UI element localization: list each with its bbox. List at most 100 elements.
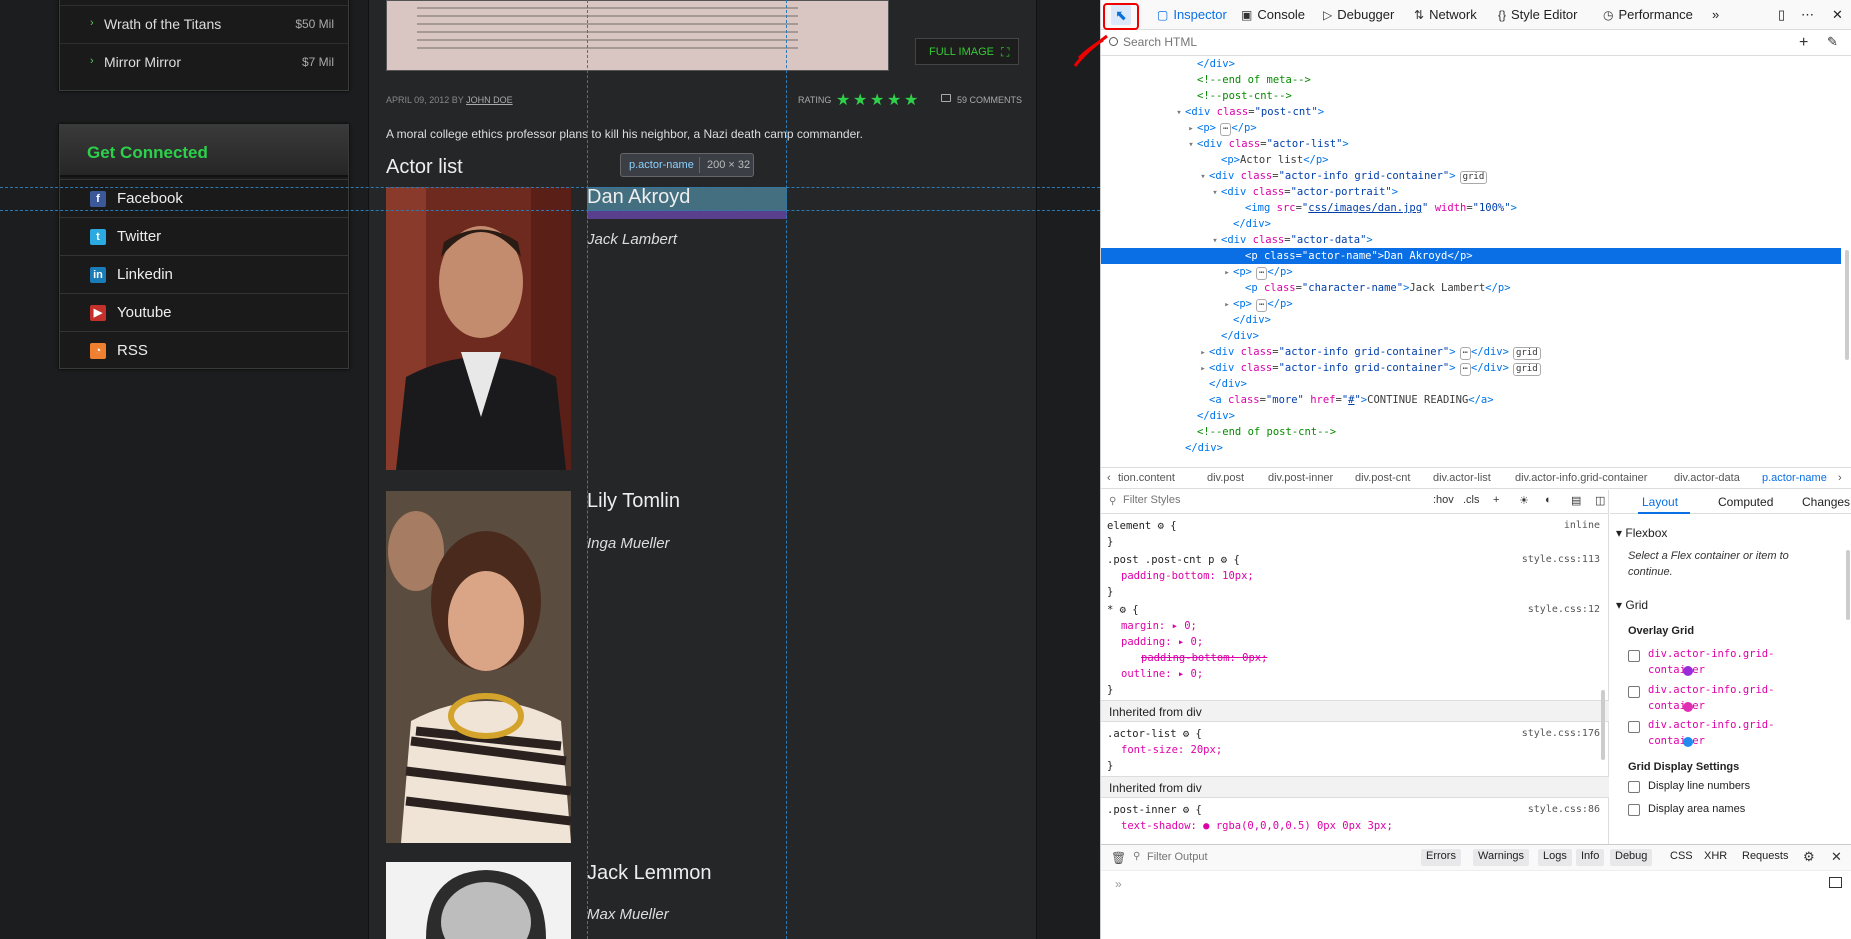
rule-source-link[interactable]: style.css:86	[1528, 802, 1600, 818]
rule-source-link[interactable]: style.css:113	[1522, 552, 1600, 568]
markup-node[interactable]: ▾ <div class="actor-portrait">	[1101, 184, 1841, 200]
grid-overlay-checkbox[interactable]	[1628, 686, 1640, 698]
options-icon[interactable]: ⋯	[1801, 7, 1814, 23]
filter-css[interactable]: CSS	[1665, 849, 1698, 866]
print-media-icon[interactable]: ▤	[1571, 494, 1581, 507]
filter-info[interactable]: Info	[1576, 849, 1605, 866]
add-rule-icon[interactable]: +	[1493, 494, 1499, 506]
filter-errors[interactable]: Errors	[1421, 849, 1461, 866]
breadcrumb-item[interactable]: div.post-inner	[1268, 472, 1333, 484]
flexbox-section-header[interactable]: ▾ Flexbox	[1616, 526, 1667, 540]
breadcrumb-item[interactable]: div.actor-list	[1433, 472, 1491, 484]
display-area-names-checkbox[interactable]	[1628, 804, 1640, 816]
markup-node[interactable]: </div>	[1101, 312, 1841, 328]
breadcrumb-scroll-left-icon[interactable]: ‹	[1107, 472, 1111, 484]
rule-source-link[interactable]: style.css:12	[1528, 602, 1600, 618]
markup-node[interactable]: ▾ <div class="actor-info grid-container">…	[1101, 168, 1841, 184]
grid-overlay-checkbox[interactable]	[1628, 721, 1640, 733]
display-line-numbers-checkbox[interactable]	[1628, 781, 1640, 793]
rule-declaration[interactable]: margin: ▸ 0;	[1121, 618, 1197, 634]
markup-node[interactable]: </div>	[1101, 440, 1841, 456]
grid-color-swatch[interactable]	[1683, 666, 1693, 676]
markup-node[interactable]: ▸ <p> ⋯ </p>	[1101, 296, 1841, 312]
tab-changes[interactable]: Changes	[1802, 495, 1850, 509]
filter-logs[interactable]: Logs	[1538, 849, 1572, 866]
markup-node[interactable]: <img src="css/images/dan.jpg" width="100…	[1101, 200, 1841, 216]
markup-node[interactable]: </div>	[1101, 328, 1841, 344]
social-link-linkedin[interactable]: in Linkedin	[60, 255, 348, 293]
breadcrumb-item[interactable]: div.post-cnt	[1355, 472, 1410, 484]
dock-icon[interactable]: ▯	[1778, 7, 1785, 23]
breadcrumb-item[interactable]: tion.content	[1118, 472, 1175, 484]
close-icon[interactable]: ✕	[1831, 849, 1842, 865]
rule-selector[interactable]: element ⚙ {	[1107, 518, 1177, 534]
markup-node[interactable]: ▸ <div class="actor-info grid-container">…	[1101, 344, 1841, 360]
filter-debug[interactable]: Debug	[1610, 849, 1653, 866]
rules-scrollbar[interactable]	[1601, 690, 1605, 760]
grid-color-swatch[interactable]	[1683, 737, 1693, 747]
rule-declaration[interactable]: text-shadow: ● rgba(0,0,0,0.5) 0px 0px 3…	[1121, 818, 1393, 834]
dark-mode-icon[interactable]: ◐	[1545, 494, 1552, 506]
light-mode-icon[interactable]: ☀	[1519, 494, 1529, 507]
grid-section-header[interactable]: ▾ Grid	[1616, 598, 1648, 612]
tab-console[interactable]: ▣ Console	[1241, 7, 1305, 22]
markup-node[interactable]: </div>	[1101, 56, 1841, 72]
rule-source-link[interactable]: style.css:176	[1522, 726, 1600, 742]
markup-node[interactable]: </div>	[1101, 376, 1841, 392]
markup-node[interactable]: </div>	[1101, 408, 1841, 424]
markup-node[interactable]: <!--post-cnt-->	[1101, 88, 1841, 104]
markup-node[interactable]: ▾ <div class="post-cnt">	[1101, 104, 1841, 120]
markup-node[interactable]: <!--end of meta-->	[1101, 72, 1841, 88]
cls-toggle[interactable]: .cls	[1463, 494, 1480, 506]
comments-link[interactable]: 59 COMMENTS	[957, 95, 1022, 105]
grid-overlay-checkbox[interactable]	[1628, 650, 1640, 662]
tab-layout[interactable]: Layout	[1642, 495, 1678, 509]
eyedropper-icon[interactable]: ✎	[1827, 34, 1838, 50]
markup-node[interactable]: ▾ <div class="actor-data">	[1101, 232, 1841, 248]
console-input[interactable]: »	[1101, 870, 1851, 939]
rule-selector[interactable]: * ⚙ {	[1107, 602, 1139, 618]
tab-computed[interactable]: Computed	[1718, 495, 1773, 509]
social-link-rss[interactable]: ◔ RSS	[60, 331, 348, 369]
breadcrumb-item[interactable]: div.actor-data	[1674, 472, 1740, 484]
toggle-sidebar-icon[interactable]: ◫	[1595, 494, 1605, 507]
full-image-button[interactable]: FULL IMAGE ⛶	[915, 38, 1019, 65]
breadcrumb-item[interactable]: div.actor-info.grid-container	[1515, 472, 1647, 484]
markup-node[interactable]: ▸ <p> ⋯ </p>	[1101, 264, 1841, 280]
markup-node[interactable]: <a class="more" href="#">CONTINUE READIN…	[1101, 392, 1841, 408]
filter-warnings[interactable]: Warnings	[1473, 849, 1530, 866]
social-link-facebook[interactable]: f Facebook	[60, 179, 348, 217]
markup-node[interactable]: <!--end of post-cnt-->	[1101, 424, 1841, 440]
author-link[interactable]: JOHN DOE	[466, 95, 513, 105]
filter-requests[interactable]: Requests	[1737, 849, 1793, 866]
breadcrumb-item[interactable]: div.post	[1207, 472, 1244, 484]
trash-icon[interactable]: 🗑	[1111, 851, 1126, 865]
close-icon[interactable]: ✕	[1832, 7, 1843, 23]
markup-node-selected[interactable]: <p class="actor-name">Dan Akroyd</p>	[1101, 248, 1841, 264]
filter-styles-input[interactable]	[1123, 494, 1323, 506]
markup-node[interactable]: </div>	[1101, 216, 1841, 232]
rule-selector[interactable]: .post-inner ⚙ {	[1107, 802, 1202, 818]
filter-output-input[interactable]	[1147, 851, 1347, 863]
markup-scrollbar[interactable]	[1845, 250, 1849, 360]
rule-declaration[interactable]: outline: ▸ 0;	[1121, 666, 1203, 682]
social-link-youtube[interactable]: ▶ Youtube	[60, 293, 348, 331]
rule-declaration[interactable]: font-size: 20px;	[1121, 742, 1222, 758]
markup-node[interactable]: ▸ <p> ⋯ </p>	[1101, 120, 1841, 136]
markup-node[interactable]: <p>Actor list</p>	[1101, 152, 1841, 168]
breadcrumb-scroll-right-icon[interactable]: ›	[1838, 472, 1842, 484]
tab-style-editor[interactable]: {} Style Editor	[1498, 7, 1578, 22]
tab-performance[interactable]: ◷ Performance	[1603, 7, 1693, 22]
rule-selector[interactable]: .post .post-cnt p ⚙ {	[1107, 552, 1240, 568]
more-tabs-icon[interactable]: »	[1712, 7, 1719, 22]
rule-declaration[interactable]: padding-bottom: 10px;	[1121, 568, 1254, 584]
markup-node[interactable]: ▸ <div class="actor-info grid-container">…	[1101, 360, 1841, 376]
markup-node[interactable]: <p class="character-name">Jack Lambert</…	[1101, 280, 1841, 296]
search-html-input[interactable]	[1123, 35, 1723, 49]
add-node-icon[interactable]: +	[1799, 34, 1808, 52]
tab-network[interactable]: ⇅ Network	[1414, 7, 1477, 22]
editor-mode-icon[interactable]	[1829, 877, 1842, 888]
gear-icon[interactable]: ⚙	[1803, 849, 1815, 865]
filter-xhr[interactable]: XHR	[1699, 849, 1732, 866]
rule-selector[interactable]: .actor-list ⚙ {	[1107, 726, 1202, 742]
